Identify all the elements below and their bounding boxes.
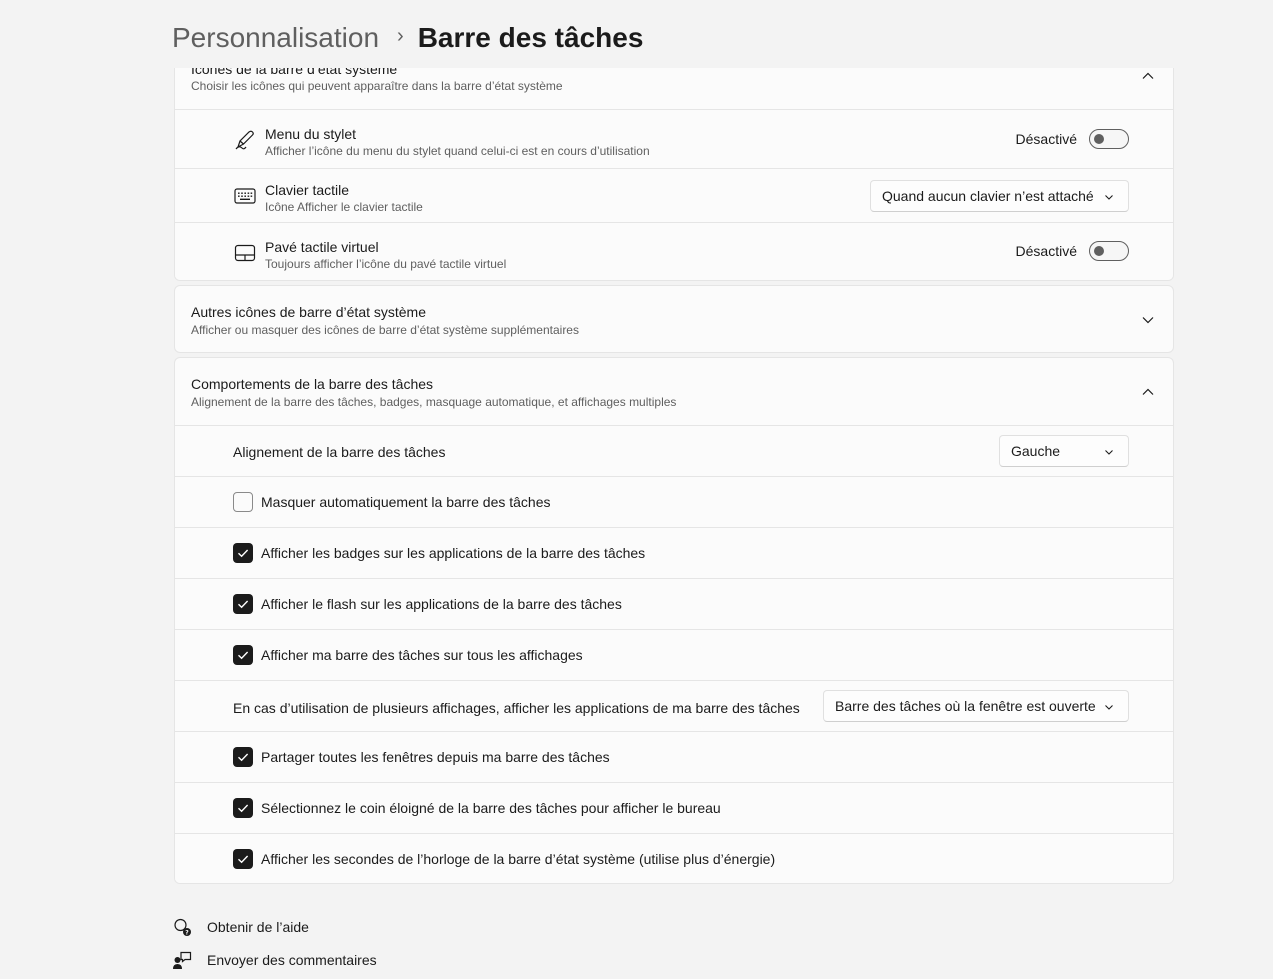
- svg-text:?: ?: [185, 929, 189, 936]
- all-displays-label: Afficher ma barre des tâches sur tous le…: [261, 647, 583, 663]
- other-tray-icons-title: Autres icônes de barre d’état système: [191, 304, 427, 320]
- setting-row-auto-hide[interactable]: Masquer automatiquement la barre des tâc…: [175, 477, 1173, 528]
- taskbar-behaviors-subtitle: Alignement de la barre des tâches, badge…: [191, 395, 677, 409]
- checkmark-icon: [238, 804, 249, 813]
- alignment-dropdown[interactable]: Gauche: [999, 435, 1129, 467]
- taskbar-behaviors-header[interactable]: Comportements de la barre des tâches Ali…: [175, 358, 1173, 426]
- setting-row-touch-keyboard: Clavier tactile Icône Afficher le clavie…: [175, 169, 1173, 223]
- setting-row-virtual-touchpad: Pavé tactile virtuel Toujours afficher l…: [175, 223, 1173, 280]
- checkmark-icon: [238, 855, 249, 864]
- flashing-label: Afficher le flash sur les applications d…: [261, 596, 622, 612]
- all-displays-checkbox[interactable]: [233, 645, 253, 665]
- page-header: Personnalisation › Barre des tâches: [0, 0, 1273, 68]
- share-windows-checkbox[interactable]: [233, 747, 253, 767]
- feedback-icon: [173, 951, 192, 969]
- send-feedback-link[interactable]: Envoyer des commentaires: [172, 950, 377, 970]
- checkmark-icon: [238, 651, 249, 660]
- far-corner-checkbox[interactable]: [233, 798, 253, 818]
- other-tray-icons-card[interactable]: Autres icônes de barre d’état système Af…: [174, 285, 1174, 353]
- pen-menu-title: Menu du stylet: [265, 126, 357, 142]
- touch-keyboard-dropdown[interactable]: Quand aucun clavier n’est attaché: [870, 180, 1129, 212]
- system-tray-icons-subtitle: Choisir les icônes qui peuvent apparaîtr…: [191, 79, 563, 93]
- multi-display-label: En cas d’utilisation de plusieurs affich…: [233, 700, 800, 716]
- breadcrumb: Personnalisation › Barre des tâches: [172, 18, 643, 58]
- multi-display-dropdown[interactable]: Barre des tâches où la fenêtre est ouver…: [823, 690, 1129, 722]
- virtual-touchpad-toggle-state: Désactivé: [1015, 243, 1077, 259]
- taskbar-behaviors-title: Comportements de la barre des tâches: [191, 376, 434, 392]
- alignment-label: Alignement de la barre des tâches: [233, 444, 446, 460]
- clock-seconds-checkbox[interactable]: [233, 849, 253, 869]
- page-title: Barre des tâches: [417, 22, 644, 53]
- badges-label: Afficher les badges sur les applications…: [261, 545, 646, 561]
- pen-icon: [235, 130, 254, 150]
- virtual-touchpad-title: Pavé tactile virtuel: [265, 239, 379, 255]
- setting-row-alignment: Alignement de la barre des tâches Gauche: [175, 426, 1173, 477]
- toggle-knob: [1094, 246, 1104, 256]
- other-tray-icons-subtitle: Afficher ou masquer des icônes de barre …: [191, 323, 579, 337]
- chevron-down-icon: [1105, 450, 1113, 455]
- flashing-checkbox[interactable]: [233, 594, 253, 614]
- auto-hide-checkbox[interactable]: [233, 492, 253, 512]
- toggle-knob: [1094, 134, 1104, 144]
- chevron-right-icon: ›: [397, 24, 404, 47]
- checkmark-icon: [238, 600, 249, 609]
- breadcrumb-parent-link[interactable]: Personnalisation: [172, 22, 379, 54]
- setting-row-far-corner[interactable]: Sélectionnez le coin éloigné de la barre…: [175, 783, 1173, 834]
- pen-menu-toggle[interactable]: [1089, 129, 1129, 149]
- setting-row-flashing[interactable]: Afficher le flash sur les applications d…: [175, 579, 1173, 630]
- badges-checkbox[interactable]: [233, 543, 253, 563]
- virtual-touchpad-toggle-group: Désactivé: [1016, 241, 1129, 261]
- send-feedback-label: Envoyer des commentaires: [207, 952, 377, 968]
- far-corner-label: Sélectionnez le coin éloigné de la barre…: [261, 800, 721, 816]
- taskbar-behaviors-card: Comportements de la barre des tâches Ali…: [174, 357, 1174, 884]
- chevron-down-icon[interactable]: [1141, 313, 1155, 327]
- touch-keyboard-title: Clavier tactile: [265, 182, 350, 198]
- pen-menu-toggle-state: Désactivé: [1015, 131, 1077, 147]
- checkmark-icon: [238, 549, 249, 558]
- help-icon: ?: [174, 918, 191, 936]
- touch-keyboard-subtitle: Icône Afficher le clavier tactile: [265, 200, 423, 214]
- checkmark-icon: [238, 753, 249, 762]
- auto-hide-label: Masquer automatiquement la barre des tâc…: [261, 494, 551, 510]
- alignment-dropdown-value: Gauche: [1011, 443, 1061, 459]
- touchpad-icon: [234, 244, 256, 262]
- setting-row-share-windows[interactable]: Partager toutes les fenêtres depuis ma b…: [175, 732, 1173, 783]
- chevron-up-icon[interactable]: [1141, 69, 1155, 83]
- chevron-down-icon: [1105, 705, 1113, 710]
- system-tray-icons-card: Icônes de la barre d’état système Choisi…: [174, 44, 1174, 281]
- multi-display-dropdown-value: Barre des tâches où la fenêtre est ouver…: [835, 698, 1096, 714]
- share-windows-label: Partager toutes les fenêtres depuis ma b…: [261, 749, 610, 765]
- virtual-touchpad-subtitle: Toujours afficher l’icône du pavé tactil…: [265, 257, 507, 271]
- pen-menu-toggle-group: Désactivé: [1016, 129, 1129, 149]
- get-help-link[interactable]: ? Obtenir de l’aide: [172, 917, 309, 937]
- chevron-down-icon: [1105, 195, 1113, 200]
- setting-row-multi-display: En cas d’utilisation de plusieurs affich…: [175, 681, 1173, 732]
- touch-keyboard-dropdown-value: Quand aucun clavier n’est attaché: [882, 188, 1094, 204]
- setting-row-badges[interactable]: Afficher les badges sur les applications…: [175, 528, 1173, 579]
- setting-row-clock-seconds[interactable]: Afficher les secondes de l’horloge de la…: [175, 834, 1173, 883]
- setting-row-all-displays[interactable]: Afficher ma barre des tâches sur tous le…: [175, 630, 1173, 681]
- get-help-label: Obtenir de l’aide: [207, 919, 309, 935]
- virtual-touchpad-toggle[interactable]: [1089, 241, 1129, 261]
- clock-seconds-label: Afficher les secondes de l’horloge de la…: [261, 851, 776, 867]
- setting-row-pen-menu: Menu du stylet Afficher l’icône du menu …: [175, 110, 1173, 169]
- pen-menu-subtitle: Afficher l’icône du menu du stylet quand…: [265, 144, 650, 158]
- keyboard-icon: [234, 188, 256, 204]
- chevron-up-icon[interactable]: [1141, 385, 1155, 399]
